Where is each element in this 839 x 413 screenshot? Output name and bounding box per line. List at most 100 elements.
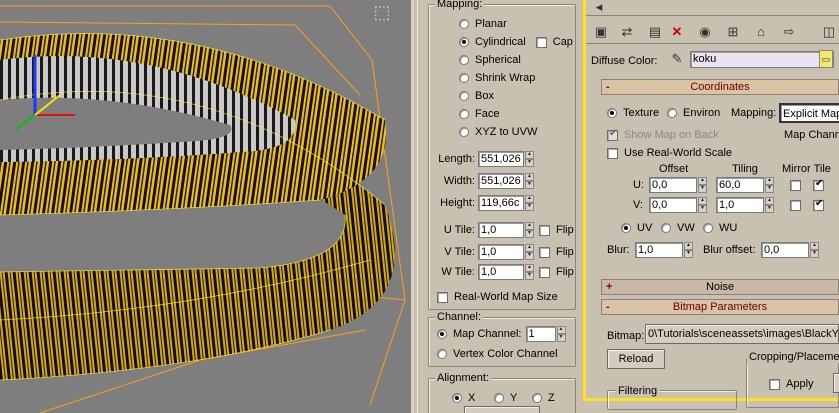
u-mirror-checkbox[interactable] — [790, 179, 801, 191]
wu-radio[interactable] — [703, 223, 713, 233]
u-offset-spinner[interactable]: ▲ ▼ — [698, 177, 707, 193]
blur-offset-spinner[interactable]: Blur offset: 0,0 ▲ ▼ — [703, 241, 819, 259]
u-tiling-input[interactable]: 60,0 — [716, 177, 764, 193]
eyedropper-icon[interactable]: ✎ — [667, 49, 687, 69]
xyz-to-uvw-radio[interactable] — [459, 127, 469, 137]
manipulate-button[interactable] — [464, 406, 540, 413]
real-world-map-size[interactable]: Real-World Map Size — [437, 288, 558, 306]
v-tile-input[interactable]: 1,0 — [478, 244, 524, 260]
material-type-icon[interactable]: ▭ — [819, 50, 833, 68]
mapping-type-xyz-to-uvw[interactable]: XYZ to UVW — [459, 123, 537, 141]
v-mirror-checkbox[interactable] — [790, 199, 801, 211]
real-world-map-size-checkbox[interactable] — [437, 291, 448, 303]
u-tile-spinner-arrows[interactable]: ▲ ▼ — [525, 222, 534, 238]
mapping-type-planar[interactable]: Planar — [459, 15, 507, 33]
coordinates-rollout-header[interactable]: - Coordinates — [601, 79, 839, 95]
uv-radio[interactable] — [621, 223, 631, 233]
v-flip-checkbox[interactable] — [539, 246, 550, 258]
u-offset-input[interactable]: 0,0 — [649, 177, 697, 193]
vw-option[interactable]: VW — [661, 219, 695, 237]
box-radio[interactable] — [459, 91, 469, 101]
assign-material-icon[interactable]: ▤ — [645, 22, 665, 42]
viewport-cube-icon[interactable]: ⬚ — [367, 0, 397, 26]
show-map-on-back-checkbox[interactable] — [607, 128, 618, 141]
w-tile-input[interactable]: 1,0 — [478, 264, 524, 280]
vertex-color-radio[interactable] — [437, 349, 447, 359]
bitmap-path-button[interactable]: 0\Tutorials\sceneassets\images\BlackYe — [645, 324, 839, 344]
blur-input[interactable]: 1,0 — [635, 242, 683, 258]
blur-offset-spinner-arrows[interactable]: ▲ ▼ — [810, 242, 819, 258]
get-material-icon[interactable]: ▣ — [591, 22, 611, 42]
environ-radio[interactable] — [667, 108, 677, 118]
map-channel-radio[interactable] — [437, 329, 447, 339]
coord-mapping-dropdown[interactable]: Explicit Map — [779, 103, 839, 123]
v-tiling-input[interactable]: 1,0 — [716, 197, 764, 213]
length-spinner-arrows[interactable]: ▲ ▼ — [525, 151, 534, 167]
width-spinner[interactable]: Width: 551,026 ▲ ▼ — [418, 172, 534, 190]
vertex-color-option[interactable]: Vertex Color Channel — [437, 345, 558, 363]
mapping-type-face[interactable]: Face — [459, 105, 499, 123]
u-tile-spinner[interactable]: U Tile: 1,0 ▲ ▼ Flip — [418, 221, 574, 239]
planar-radio[interactable] — [459, 19, 469, 29]
map-channel-input[interactable]: 1 — [525, 326, 556, 342]
align-z-radio[interactable] — [532, 393, 542, 403]
use-real-world-scale[interactable]: Use Real-World Scale — [607, 144, 732, 162]
v-tile-checkbox[interactable] — [813, 198, 824, 211]
perspective-viewport[interactable]: ⬚ — [0, 0, 414, 413]
spherical-radio[interactable] — [459, 55, 469, 65]
show-map-icon[interactable]: ⊞ — [723, 22, 743, 42]
height-input[interactable]: 119,66c — [478, 195, 524, 211]
u-flip-checkbox[interactable] — [539, 224, 550, 236]
width-spinner-arrows[interactable]: ▲ ▼ — [525, 173, 534, 189]
u-tile-input[interactable]: 1,0 — [478, 222, 524, 238]
apply-cropping[interactable]: Apply — [769, 375, 814, 393]
shrink-wrap-radio[interactable] — [459, 73, 469, 83]
cylindrical-radio[interactable] — [459, 37, 469, 47]
uv-option[interactable]: UV — [621, 219, 652, 237]
map-channel-option[interactable]: Map Channel: 1 ▲ ▼ — [437, 325, 566, 343]
v-tile-spinner[interactable]: V Tile: 1,0 ▲ ▼ Flip — [418, 243, 574, 261]
mapping-type-cylindrical[interactable]: Cylindrical Cap — [459, 33, 573, 51]
v-tiling-spinner[interactable]: ▲ ▼ — [765, 197, 774, 213]
environ-option[interactable]: Environ — [667, 104, 720, 122]
face-radio[interactable] — [459, 109, 469, 119]
diffuse-color-name-field[interactable]: koku — [690, 51, 834, 68]
delete-icon[interactable]: ✕ — [667, 22, 687, 42]
align-y-radio[interactable] — [494, 393, 504, 403]
texture-radio[interactable] — [607, 108, 617, 118]
align-y[interactable]: Y — [494, 389, 517, 407]
w-flip-checkbox[interactable] — [539, 266, 550, 278]
length-spinner[interactable]: Length: 551,026 ▲ ▼ — [418, 150, 534, 168]
apply-checkbox[interactable] — [769, 378, 780, 390]
reload-button[interactable]: Reload — [607, 349, 665, 369]
go-sibling-icon[interactable]: ⇨ — [779, 22, 799, 42]
bitmap-parameters-rollout-header[interactable]: - Bitmap Parameters — [601, 299, 839, 315]
length-input[interactable]: 551,026 — [478, 151, 524, 167]
show-map-on-back[interactable]: Show Map on Back — [607, 126, 719, 144]
mapping-type-box[interactable]: Box — [459, 87, 494, 105]
blur-spinner-arrows[interactable]: ▲ ▼ — [684, 242, 693, 258]
align-z[interactable]: Z — [532, 389, 555, 407]
height-spinner[interactable]: Height: 119,66c ▲ ▼ — [418, 194, 534, 212]
options-icon[interactable]: ◫ — [819, 22, 839, 42]
v-tile-spinner-arrows[interactable]: ▲ ▼ — [525, 244, 534, 260]
wu-option[interactable]: WU — [703, 219, 737, 237]
mapping-type-spherical[interactable]: Spherical — [459, 51, 521, 69]
vw-radio[interactable] — [661, 223, 671, 233]
map-channel-spinner-arrows[interactable]: ▲ ▼ — [556, 326, 566, 342]
put-material-icon[interactable]: ⇄ — [617, 22, 637, 42]
noise-rollout-header[interactable]: + Noise — [601, 279, 839, 295]
v-offset-spinner[interactable]: ▲ ▼ — [698, 197, 707, 213]
height-spinner-arrows[interactable]: ▲ ▼ — [525, 195, 534, 211]
view-image-button[interactable] — [833, 373, 839, 393]
blur-offset-input[interactable]: 0,0 — [761, 242, 809, 258]
u-tile-checkbox[interactable] — [813, 178, 824, 191]
go-parent-icon[interactable]: ⌂ — [751, 22, 771, 42]
v-offset-input[interactable]: 0,0 — [649, 197, 697, 213]
w-tile-spinner[interactable]: W Tile: 1,0 ▲ ▼ Flip — [418, 263, 574, 281]
material-id-icon[interactable]: ◉ — [695, 22, 715, 42]
use-real-world-scale-checkbox[interactable] — [607, 147, 618, 159]
u-tiling-spinner[interactable]: ▲ ▼ — [765, 177, 774, 193]
texture-option[interactable]: Texture — [607, 104, 659, 122]
arrow-icon[interactable]: ◂ — [589, 0, 609, 17]
